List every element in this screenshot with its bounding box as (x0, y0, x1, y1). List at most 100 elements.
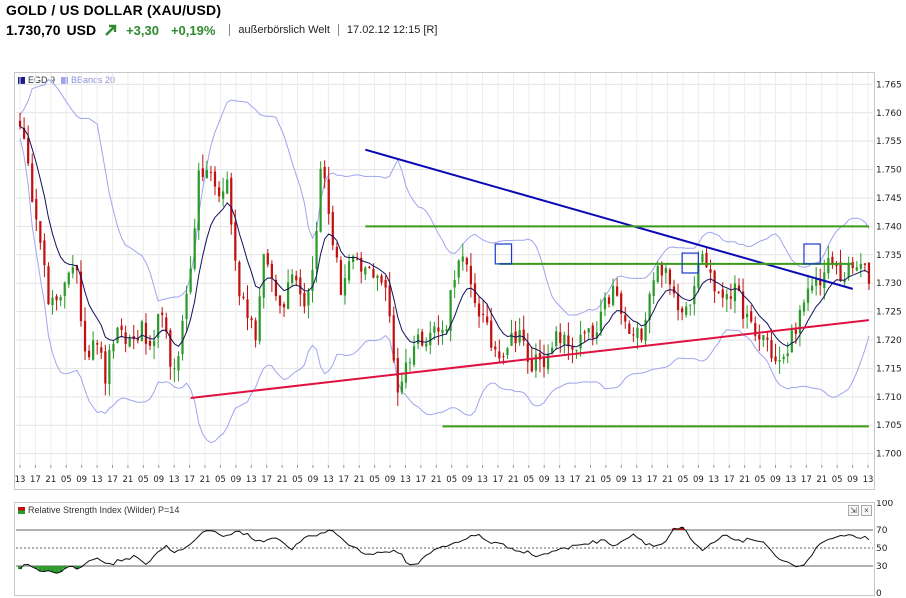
candle (67, 271, 70, 288)
rsi-chart[interactable]: 100 70 50 30 0 (0, 500, 906, 598)
candle (453, 270, 456, 299)
candle-body (43, 240, 46, 266)
candle-body (39, 221, 42, 243)
candle (87, 345, 91, 361)
candle (384, 275, 387, 302)
x-tick-label: 09 (308, 475, 319, 485)
candle-body (685, 306, 688, 315)
candle-body (616, 286, 619, 296)
candle (282, 301, 286, 318)
candle-body (388, 285, 391, 317)
candle (400, 372, 403, 395)
y-tick-label: 1.715 (876, 364, 902, 374)
candle (571, 337, 574, 364)
x-tick-label: 09 (847, 475, 858, 485)
y-tick-label: 1.760 (876, 109, 902, 119)
candle-body (839, 262, 842, 282)
candle-body (319, 168, 322, 232)
candle-body (59, 297, 62, 301)
candle-body (92, 340, 95, 360)
candle-body (213, 171, 217, 187)
candle (63, 281, 66, 309)
candle (563, 331, 566, 354)
candle-body (591, 325, 594, 338)
candle-body (827, 257, 830, 274)
candle-body (835, 264, 838, 266)
candle-body (855, 267, 858, 271)
candle-body (258, 296, 261, 342)
candle-body (230, 177, 233, 225)
rsi-tick-label: 50 (876, 544, 888, 554)
candle-body (286, 282, 290, 309)
candle-body (575, 349, 578, 351)
candle-body (51, 297, 54, 306)
candle (770, 328, 773, 363)
candle-body (254, 320, 257, 341)
price-chart[interactable]: 1.765 1.760 1.755 1.750 1.745 1.740 1.735 1.730… (0, 0, 906, 500)
x-tick-label: 17 (30, 475, 41, 485)
candle-body (83, 320, 87, 352)
candle (83, 307, 87, 361)
candle (47, 262, 50, 305)
candle-body (506, 348, 509, 356)
candle (457, 259, 460, 285)
candle (120, 318, 123, 338)
candle (705, 248, 708, 268)
candle-body (563, 334, 566, 345)
candle (461, 243, 464, 271)
candle (347, 254, 351, 284)
candle-body (339, 260, 343, 295)
candle-body (392, 315, 395, 361)
x-tick-label: 09 (693, 475, 704, 485)
y-tick-label: 1.745 (876, 194, 902, 204)
candle-body (701, 254, 704, 262)
candle (733, 275, 737, 314)
candle (136, 330, 139, 344)
candle-body (676, 293, 680, 311)
candle-body (794, 329, 797, 334)
candle-body (733, 283, 737, 302)
y-tick-label: 1.725 (876, 308, 902, 318)
candle (741, 278, 745, 329)
candle-body (408, 362, 412, 364)
candle-body (31, 163, 34, 202)
candle-body (729, 296, 732, 299)
candle-body (372, 269, 375, 278)
candle (92, 331, 95, 361)
candle (197, 162, 200, 240)
candle-body (632, 334, 635, 336)
rsi-tick-label: 70 (876, 526, 888, 536)
candle (648, 291, 651, 334)
candle-body (173, 368, 176, 370)
candle-body (859, 263, 862, 269)
y-tick-label: 1.735 (876, 251, 902, 261)
x-tick-label: 13 (785, 475, 796, 485)
candle-body (522, 329, 525, 341)
candle-body (303, 292, 306, 307)
candle-body (607, 297, 611, 304)
candle (672, 279, 676, 298)
candle-body (534, 354, 538, 371)
x-tick-label: 17 (570, 475, 581, 485)
candle (217, 181, 221, 203)
candle-body (128, 337, 131, 347)
candle-body (364, 267, 367, 275)
candle-body (441, 329, 444, 334)
candle (810, 278, 814, 294)
candle (246, 285, 249, 331)
candle (701, 250, 704, 264)
candle-body (681, 308, 684, 313)
x-tick-label: 13 (92, 475, 103, 485)
y-tick-label: 1.720 (876, 336, 902, 346)
x-tick-label: 21 (431, 475, 442, 485)
candle (161, 307, 164, 328)
candle (392, 306, 395, 364)
x-tick-label: 17 (338, 475, 349, 485)
candle (729, 283, 732, 310)
candle-body (790, 330, 793, 353)
candle-body (55, 296, 58, 301)
candle-body (660, 264, 663, 276)
x-tick-label: 21 (123, 475, 134, 485)
candle (274, 274, 278, 301)
x-tick-label: 05 (523, 475, 534, 485)
